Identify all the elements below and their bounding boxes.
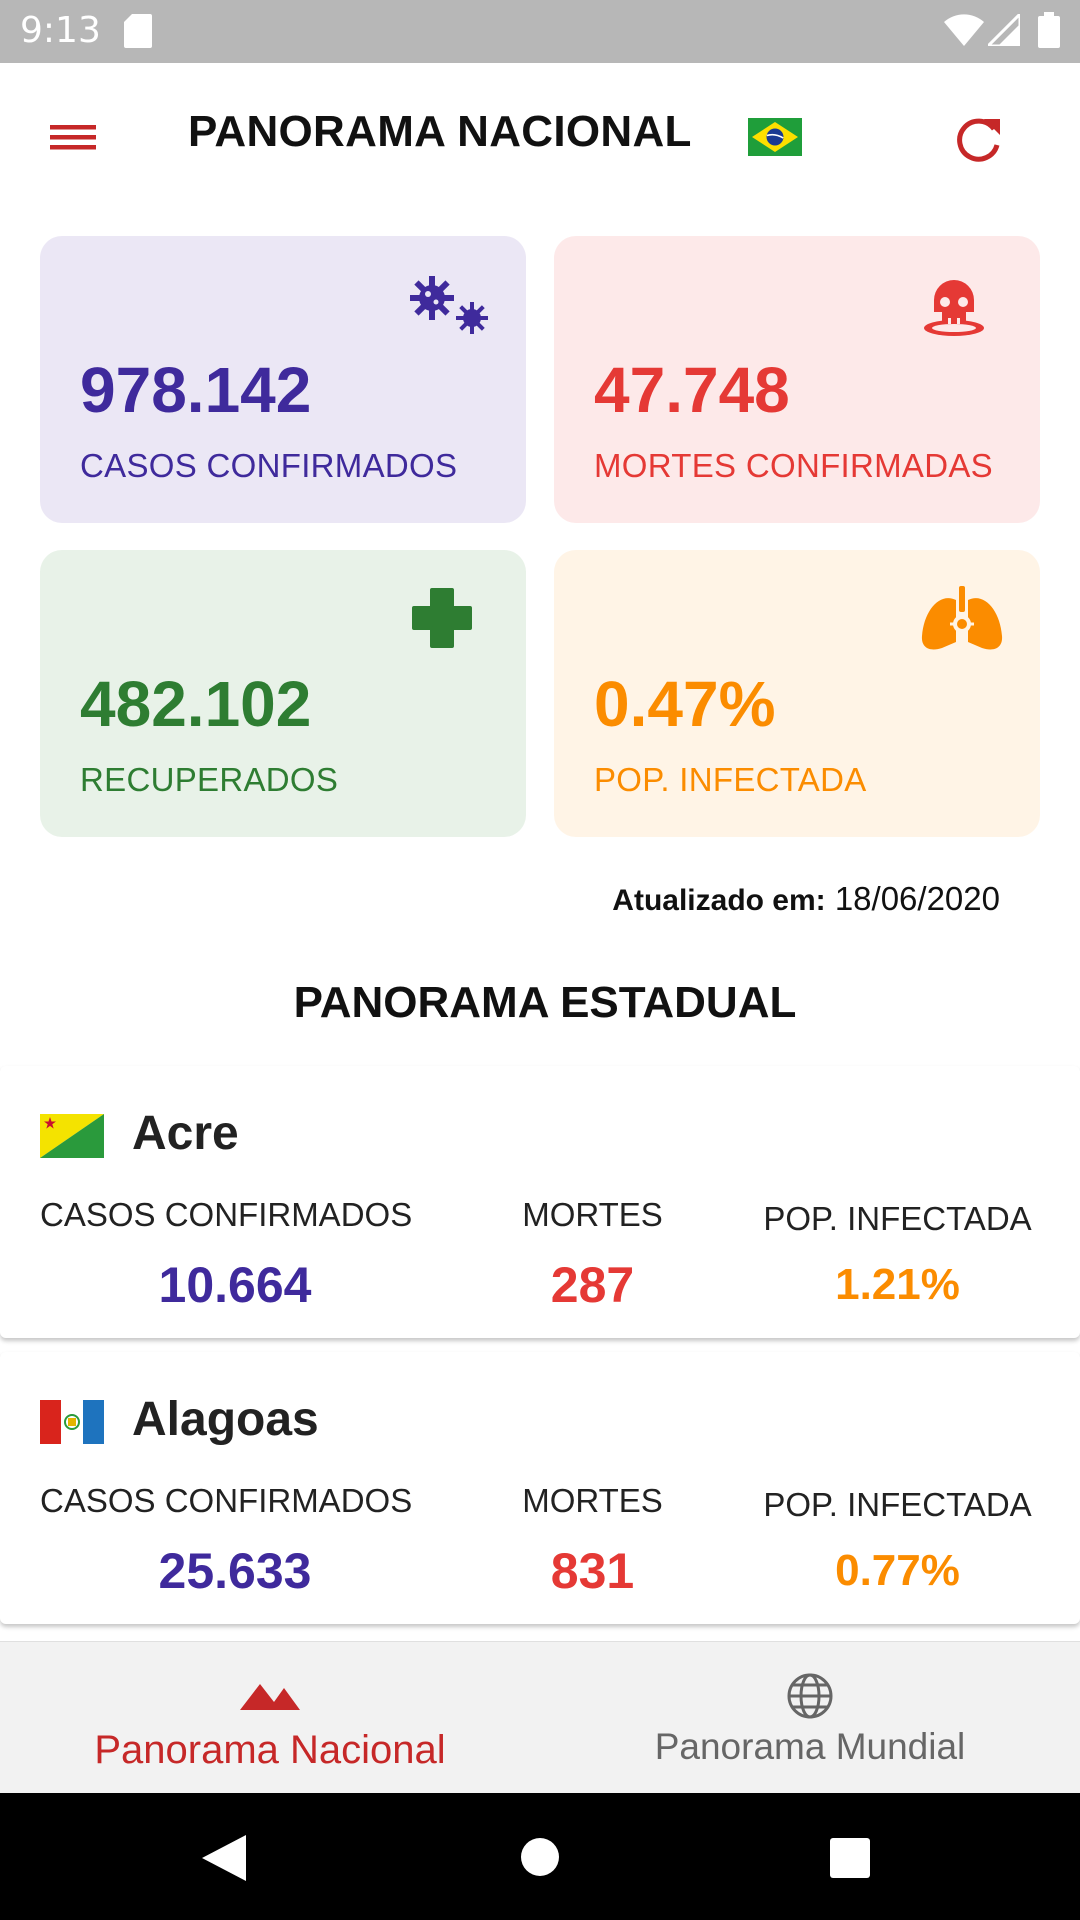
section-title: PANORAMA ESTADUAL [293,978,797,1027]
sd-card-icon [124,14,152,48]
skull-icon [924,280,984,336]
menu-button[interactable] [40,107,106,167]
plus-icon [412,588,472,648]
deaths-value: 287 [550,1257,635,1313]
tab-panorama-mundial[interactable]: Panorama Mundial [540,1642,1080,1794]
home-button[interactable] [520,1837,560,1877]
state-name: Alagoas [132,1393,319,1446]
lungs-virus-icon [921,586,1003,650]
refresh-button[interactable] [950,111,1008,169]
mountains-icon [240,1684,300,1710]
recovered-label: RECUPERADOS [80,761,339,798]
population-infected-card: 0.47% POP. INFECTADA [554,550,1040,837]
tab-label: Panorama Nacional [94,1728,446,1772]
state-name: Acre [132,1107,239,1160]
confirmed-deaths-card: 47.748 MORTES CONFIRMADAS [554,236,1040,523]
tab-label: Panorama Mundial [654,1726,966,1767]
state-card-alagoas[interactable]: Alagoas CASOS CONFIRMADOS MORTES POP. IN… [0,1352,1080,1624]
menu-icon [50,125,96,150]
confirmed-cases-label: CASOS CONFIRMADOS [80,447,458,484]
app-bar: PANORAMA NACIONAL [0,63,1080,209]
virus-icon [410,276,488,334]
infected-value: 1.21% [835,1260,960,1309]
recents-icon [830,1838,870,1878]
confirmed-cases-value: 978.142 [80,354,312,426]
cases-label: CASOS CONFIRMADOS [40,1482,413,1519]
population-infected-label: POP. INFECTADA [594,761,867,798]
confirmed-deaths-value: 47.748 [594,354,790,426]
cases-label: CASOS CONFIRMADOS [40,1196,413,1233]
refresh-icon [957,118,1000,162]
updated-label: Atualizado em: [612,884,826,917]
brazil-flag-icon [748,118,802,156]
wifi-icon [944,14,984,46]
cases-value: 25.633 [158,1543,312,1599]
state-card-acre[interactable]: Acre CASOS CONFIRMADOS MORTES POP. INFEC… [0,1066,1080,1338]
infected-label: POP. INFECTADA [763,1486,1032,1523]
battery-icon [1038,12,1060,48]
status-time: 9:13 [20,10,101,51]
infected-value: 0.77% [835,1546,960,1595]
acre-flag-icon [40,1114,104,1158]
deaths-value: 831 [550,1543,635,1599]
infected-label: POP. INFECTADA [763,1200,1032,1237]
globe-icon [787,1673,833,1719]
confirmed-deaths-label: MORTES CONFIRMADAS [594,447,993,484]
system-navigation-bar [0,1793,1080,1920]
signal-icon [988,14,1020,46]
recovered-value: 482.102 [80,668,312,740]
recovered-card: 482.102 RECUPERADOS [40,550,526,837]
bottom-navigation: Panorama Nacional Panorama Mundial [0,1641,1080,1793]
updated-date: 18/06/2020 [834,880,1000,917]
page-title: PANORAMA NACIONAL [188,107,692,156]
confirmed-cases-card: 978.142 CASOS CONFIRMADOS [40,236,526,523]
tab-panorama-nacional[interactable]: Panorama Nacional [0,1642,540,1794]
population-infected-value: 0.47% [594,668,776,740]
back-icon [202,1835,246,1881]
deaths-label: MORTES [522,1196,663,1233]
updated-timestamp: Atualizado em: 18/06/2020 [612,880,1000,918]
home-icon [521,1838,559,1876]
recents-button[interactable] [830,1838,870,1878]
cases-value: 10.664 [158,1257,312,1313]
alagoas-flag-icon [40,1400,104,1444]
deaths-label: MORTES [522,1482,663,1519]
back-button[interactable] [202,1835,246,1881]
status-bar: 9:13 [0,0,1080,63]
